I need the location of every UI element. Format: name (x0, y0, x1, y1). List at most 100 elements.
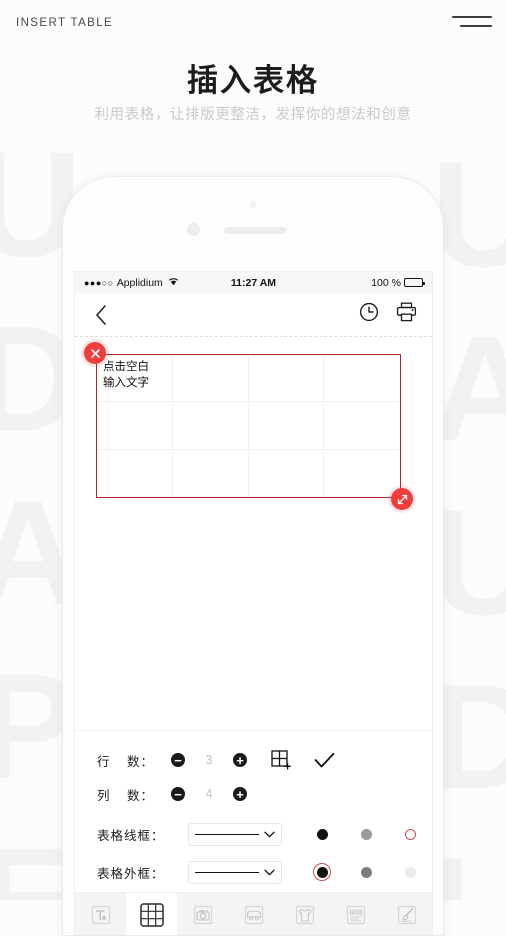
tool-tabbar (75, 892, 432, 935)
inserted-table[interactable]: 点击空白 输入文字 (84, 342, 413, 510)
cols-value: 4 (205, 787, 213, 801)
color-dot (316, 866, 328, 878)
app-nav-bar (75, 293, 432, 337)
table-cell[interactable] (248, 402, 325, 450)
color-dot-empty (404, 828, 416, 840)
outer-border-style-select[interactable] (188, 860, 282, 884)
rows-count-label: 数： (127, 754, 155, 769)
outer-swatch-light[interactable] (388, 866, 432, 878)
front-camera-icon (249, 201, 257, 208)
outer-border-row: 表格外框： (75, 855, 432, 889)
tab-shirt-tool[interactable] (279, 893, 330, 935)
inner-border-row: 表格线框： (75, 817, 432, 851)
inner-swatch-gray[interactable] (344, 828, 388, 840)
inner-border-label: 表格线框： (97, 828, 165, 843)
table-cell[interactable]: 点击空白 输入文字 (97, 355, 173, 403)
table-cell[interactable] (172, 402, 249, 450)
status-time: 11:27 AM (230, 276, 277, 289)
document-canvas[interactable]: 点击空白 输入文字 (75, 337, 432, 730)
tab-brush-tool[interactable] (381, 893, 432, 935)
cols-count-label: 数： (127, 788, 155, 803)
rows-decrement-button[interactable]: − (171, 753, 185, 767)
outer-border-label: 表格外框： (97, 866, 165, 881)
tab-sticker-tool[interactable] (228, 893, 279, 935)
color-dot (360, 828, 372, 840)
phone-mockup: ●●●○○ Applidium 11:27 AM 100 % 点击空白 输入文字… (62, 176, 444, 936)
outer-border-swatches (300, 863, 432, 881)
tab-text-tool[interactable] (75, 893, 126, 935)
checkmark-icon (314, 752, 335, 767)
tab-camera-tool[interactable] (177, 893, 228, 935)
nav-actions (359, 302, 417, 327)
table-cell[interactable] (324, 355, 400, 403)
chevron-down-icon (264, 831, 275, 838)
hamburger-menu-icon[interactable] (452, 12, 492, 34)
color-dot (360, 866, 372, 878)
table-grid[interactable]: 点击空白 输入文字 (96, 354, 401, 498)
cols-decrement-button[interactable]: − (171, 787, 185, 801)
table-cell[interactable] (249, 449, 325, 497)
color-dot (404, 866, 416, 878)
table-cell[interactable] (248, 355, 325, 403)
table-cell[interactable] (172, 355, 249, 403)
rows-label: 行 (97, 754, 111, 769)
chevron-left-icon (96, 304, 106, 325)
tab-table-tool[interactable] (126, 893, 177, 935)
table-delete-handle[interactable] (84, 342, 106, 364)
cols-increment-button[interactable]: + (233, 787, 247, 801)
cols-control-row: 列 数： − 4 + (75, 777, 432, 811)
sticker-tool-icon (244, 905, 263, 924)
inner-border-style-select[interactable] (188, 822, 282, 846)
inner-border-swatches (300, 828, 432, 840)
close-x-icon (90, 348, 100, 358)
outer-swatch-black[interactable] (300, 863, 344, 881)
table-cell[interactable] (97, 449, 173, 497)
battery-full-icon (404, 278, 425, 287)
shirt-tool-icon (295, 905, 314, 924)
camera-tool-icon (193, 905, 212, 924)
phone-screen: ●●●○○ Applidium 11:27 AM 100 % 点击空白 输入文字… (74, 271, 433, 935)
selected-indicator-ring (313, 863, 331, 881)
table-cell[interactable] (324, 450, 400, 497)
brush-tool-icon (397, 905, 416, 924)
text-tool-icon (91, 905, 110, 924)
printer-icon (396, 302, 417, 322)
color-dot (316, 828, 328, 840)
table-cell[interactable] (97, 402, 173, 450)
print-button[interactable] (396, 302, 417, 327)
table-resize-handle[interactable] (391, 488, 413, 510)
rows-control-row: 行 数： − 3 + (75, 743, 432, 777)
rows-value: 3 (205, 753, 213, 767)
clock-icon (359, 302, 379, 322)
inner-swatch-black[interactable] (300, 828, 344, 840)
add-grid-button[interactable] (271, 749, 292, 771)
table-tool-icon (139, 902, 164, 927)
battery-tip (423, 282, 425, 285)
tab-barcode-tool[interactable] (330, 893, 381, 935)
history-button[interactable] (359, 302, 379, 327)
inner-swatch-none[interactable] (388, 828, 432, 840)
barcode-tool-icon (346, 905, 365, 924)
earpiece-speaker (224, 227, 287, 234)
line-style-preview (195, 833, 259, 835)
page-subtitle: 利用表格，让排版更整洁，发挥你的想法和创意 (94, 107, 412, 123)
status-bar: ●●●○○ Applidium 11:27 AM 100 % (75, 272, 432, 293)
page-kicker: INSERT TABLE (16, 17, 114, 29)
table-cell[interactable] (324, 402, 400, 450)
resize-diagonal-icon (397, 494, 407, 504)
back-button[interactable] (90, 304, 112, 326)
outer-swatch-gray[interactable] (344, 866, 388, 878)
table-cell[interactable] (173, 449, 249, 497)
hamburger-line-2 (460, 25, 492, 27)
hamburger-line-1 (452, 16, 492, 18)
chevron-down-icon (264, 869, 275, 876)
cols-label: 列 (97, 788, 111, 803)
page-title: 插入表格 (187, 63, 319, 98)
page-header: INSERT TABLE 插入表格 利用表格，让排版更整洁，发挥你的想法和创意 (0, 0, 506, 140)
confirm-button[interactable] (314, 752, 335, 769)
line-style-preview (195, 871, 259, 873)
table-controls-panel: 行 数： − 3 + 列 数： − 4 + 表格线框： 表格外框： (75, 730, 432, 895)
rows-increment-button[interactable]: + (233, 753, 247, 767)
proximity-sensor-icon (187, 223, 200, 236)
grid-add-icon (271, 749, 291, 770)
